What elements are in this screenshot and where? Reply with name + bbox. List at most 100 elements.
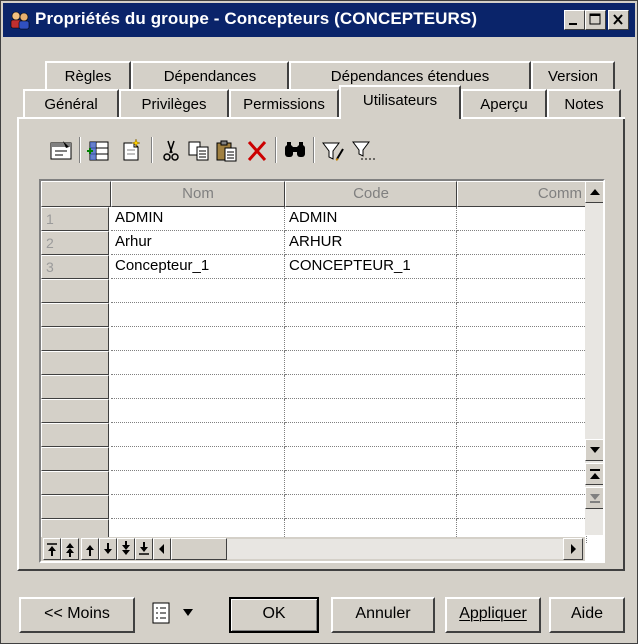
grid-corner-header[interactable] — [41, 181, 111, 207]
cell-comment[interactable] — [457, 351, 587, 375]
tab-dependances[interactable]: Dépendances — [131, 61, 289, 91]
less-button[interactable]: << Moins — [19, 597, 135, 633]
cell-comment[interactable] — [457, 231, 587, 255]
maximize-button[interactable] — [585, 10, 606, 30]
cell-code[interactable] — [285, 471, 457, 495]
cell-nom[interactable] — [111, 423, 285, 447]
cell-comment[interactable] — [457, 303, 587, 327]
row-header[interactable] — [41, 327, 109, 351]
tab-version[interactable]: Version — [531, 61, 615, 91]
properties-button[interactable] — [47, 137, 75, 165]
row-header[interactable] — [41, 447, 109, 471]
cell-nom[interactable]: Arhur — [111, 231, 285, 255]
cell-code[interactable] — [285, 399, 457, 423]
column-header-code[interactable]: Code — [285, 181, 457, 207]
tab-notes[interactable]: Notes — [547, 89, 621, 119]
vertical-scrollbar[interactable] — [585, 181, 603, 535]
cell-comment[interactable] — [457, 207, 587, 231]
close-button[interactable] — [608, 10, 629, 30]
users-grid[interactable]: Nom Code Comm 1 ADMIN ADMIN 2 Arhur ARHUR 3 Con… — [39, 179, 605, 563]
cell-code[interactable] — [285, 351, 457, 375]
row-header[interactable]: 2 — [41, 231, 109, 255]
cell-comment[interactable] — [457, 447, 587, 471]
tab-regles[interactable]: Règles — [45, 61, 131, 91]
cell-code[interactable] — [285, 447, 457, 471]
delete-button[interactable] — [243, 137, 271, 165]
tab-privileges[interactable]: Privilèges — [119, 89, 229, 119]
cell-comment[interactable] — [457, 471, 587, 495]
tab-general[interactable]: Général — [23, 89, 119, 119]
insert-row-button[interactable] — [117, 137, 145, 165]
tab-permissions[interactable]: Permissions — [229, 89, 339, 119]
title-bar[interactable]: Propriétés du groupe - Concepteurs (CONC… — [3, 3, 635, 37]
row-header[interactable] — [41, 495, 109, 519]
cell-comment[interactable] — [457, 399, 587, 423]
move-to-top-button[interactable] — [43, 538, 61, 560]
ok-button[interactable]: OK — [229, 597, 319, 633]
cell-nom[interactable] — [111, 375, 285, 399]
move-page-down-button[interactable] — [117, 538, 135, 560]
row-header[interactable] — [41, 471, 109, 495]
cell-comment[interactable] — [457, 375, 587, 399]
apply-button[interactable]: Appliquer — [445, 597, 541, 633]
cell-code[interactable]: ADMIN — [285, 207, 457, 231]
cell-code[interactable]: CONCEPTEUR_1 — [285, 255, 457, 279]
cell-nom[interactable] — [111, 303, 285, 327]
copy-button[interactable] — [185, 137, 213, 165]
move-page-up-button[interactable] — [61, 538, 79, 560]
cell-nom[interactable] — [111, 351, 285, 375]
scroll-top-button[interactable] — [585, 463, 603, 485]
minimize-button[interactable] — [564, 10, 585, 30]
cell-comment[interactable] — [457, 495, 587, 519]
cell-code[interactable] — [285, 423, 457, 447]
move-down-button[interactable] — [99, 538, 117, 560]
row-header[interactable] — [41, 375, 109, 399]
cell-nom[interactable] — [111, 399, 285, 423]
cancel-button[interactable]: Annuler — [331, 597, 435, 633]
row-header[interactable] — [41, 399, 109, 423]
customize-columns-button[interactable] — [349, 137, 377, 165]
row-header[interactable] — [41, 423, 109, 447]
cell-code[interactable] — [285, 303, 457, 327]
cell-nom[interactable] — [111, 495, 285, 519]
add-rows-button[interactable] — [85, 137, 113, 165]
scroll-down-button[interactable] — [585, 439, 603, 461]
cell-nom[interactable]: ADMIN — [111, 207, 285, 231]
column-header-comment[interactable]: Comm — [457, 181, 597, 207]
move-to-bottom-button[interactable] — [135, 538, 153, 560]
cell-comment[interactable] — [457, 279, 587, 303]
column-header-nom[interactable]: Nom — [111, 181, 285, 207]
row-header[interactable] — [41, 303, 109, 327]
cell-comment[interactable] — [457, 327, 587, 351]
horizontal-scroll-track[interactable] — [227, 539, 563, 559]
cell-code[interactable] — [285, 495, 457, 519]
paste-button[interactable] — [213, 137, 241, 165]
cell-nom[interactable]: Concepteur_1 — [111, 255, 285, 279]
move-up-button[interactable] — [81, 538, 99, 560]
cell-nom[interactable] — [111, 471, 285, 495]
cell-code[interactable] — [285, 327, 457, 351]
cell-code[interactable] — [285, 375, 457, 399]
tab-utilisateurs[interactable]: Utilisateurs — [339, 85, 461, 119]
list-menu-button[interactable] — [147, 597, 209, 633]
row-header[interactable]: 3 — [41, 255, 109, 279]
filter-button[interactable] — [319, 137, 347, 165]
cell-nom[interactable] — [111, 279, 285, 303]
row-header[interactable] — [41, 279, 109, 303]
row-header[interactable] — [41, 351, 109, 375]
scroll-right-button[interactable] — [563, 538, 583, 560]
horizontal-scroll-thumb[interactable] — [171, 538, 227, 560]
cut-button[interactable] — [157, 137, 185, 165]
find-button[interactable] — [281, 137, 309, 165]
cell-nom[interactable] — [111, 327, 285, 351]
help-button[interactable]: Aide — [549, 597, 625, 633]
cell-comment[interactable] — [457, 423, 587, 447]
cell-code[interactable]: ARHUR — [285, 231, 457, 255]
cell-nom[interactable] — [111, 447, 285, 471]
row-header[interactable]: 1 — [41, 207, 109, 231]
cell-code[interactable] — [285, 279, 457, 303]
scroll-up-button[interactable] — [585, 181, 603, 203]
scroll-left-button[interactable] — [153, 538, 171, 560]
tab-apercu[interactable]: Aperçu — [461, 89, 547, 119]
cell-comment[interactable] — [457, 255, 587, 279]
